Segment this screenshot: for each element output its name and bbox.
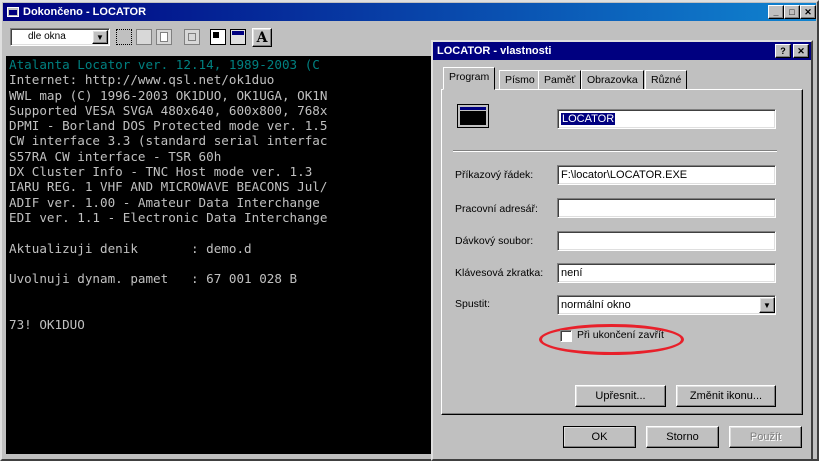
command-line-label: Příkazový řádek: <box>455 169 534 181</box>
tab-memory-label: Paměť <box>544 74 576 86</box>
console-line: Supported VESA SVGA 480x640, 600x800, 76… <box>9 102 328 118</box>
tab-program-label: Program <box>449 71 490 83</box>
background-icon[interactable] <box>230 29 246 45</box>
app-icon <box>7 7 19 17</box>
msdos-icon <box>457 104 489 134</box>
copy-icon[interactable] <box>136 29 152 45</box>
console-line: Uvolnuji dynam. pamet : 67 001 028 B <box>9 271 298 287</box>
tab-page-program <box>441 89 803 415</box>
change-icon-button[interactable]: Změnit ikonu... <box>676 385 776 407</box>
dialog-title: LOCATOR - vlastnosti <box>437 45 552 57</box>
fullscreen-icon[interactable] <box>184 29 200 45</box>
window-size-dropdown-button[interactable]: ▼ <box>92 30 108 44</box>
tab-screen-label: Obrazovka <box>587 74 638 86</box>
tab-program[interactable]: Program <box>443 67 496 90</box>
tab-screen[interactable]: Obrazovka <box>581 70 644 90</box>
working-dir-field[interactable] <box>557 198 776 218</box>
command-line-value: F:\locator\LOCATOR.EXE <box>561 169 688 181</box>
paste-icon[interactable] <box>156 29 172 45</box>
close-on-exit-label: Při ukončení zavřít <box>577 329 664 341</box>
mark-icon[interactable] <box>116 29 132 45</box>
console-line: EDI ver. 1.1 - Electronic Data Interchan… <box>9 209 328 225</box>
minimize-button[interactable]: _ <box>768 5 784 19</box>
command-line-field[interactable]: F:\locator\LOCATOR.EXE <box>557 165 776 185</box>
batch-file-field[interactable] <box>557 231 776 251</box>
run-value: normální okno <box>561 299 631 311</box>
font-button[interactable]: A <box>252 28 272 47</box>
program-name-value: LOCATOR <box>561 113 616 125</box>
shortcut-label: Klávesová zkratka: <box>455 267 544 279</box>
dialog-title-bar[interactable]: LOCATOR - vlastnosti <box>433 42 811 60</box>
program-name-field[interactable]: LOCATOR <box>557 109 776 129</box>
console-line: Atalanta Locator ver. 12.14, 1989-2003 (… <box>9 57 320 72</box>
console-line: WWL map (C) 1996-2003 OK1DUO, OK1UGA, OK… <box>9 87 328 103</box>
maximize-button[interactable]: □ <box>784 5 800 19</box>
toolbar: dle okna ▼ A <box>3 22 433 54</box>
tab-font[interactable]: Písmo <box>499 70 541 90</box>
shortcut-field[interactable]: není <box>557 263 776 283</box>
ok-button[interactable]: OK <box>563 426 636 448</box>
run-select[interactable]: normální okno <box>557 295 776 315</box>
shortcut-value: není <box>561 267 583 279</box>
advanced-button-label: Upřesnit... <box>595 390 646 402</box>
close-on-exit-checkbox[interactable] <box>560 330 572 342</box>
apply-button-label: Použít <box>749 431 782 443</box>
batch-file-label: Dávkový soubor: <box>455 235 534 247</box>
console-line: DPMI - Borland DOS Protected mode ver. 1… <box>9 118 328 134</box>
console-line: CW interface 3.3 (standard serial interf… <box>9 133 328 149</box>
console-line: 73! OK1DUO <box>9 317 85 333</box>
console-line: Internet: http://www.qsl.net/ok1duo <box>9 72 275 88</box>
dialog-help-button[interactable]: ? <box>775 44 791 58</box>
change-icon-button-label: Změnit ikonu... <box>689 390 763 402</box>
cancel-button-label: Storno <box>666 431 699 443</box>
font-button-label: A <box>256 29 268 46</box>
apply-button[interactable]: Použít <box>729 426 802 448</box>
cancel-button[interactable]: Storno <box>646 426 719 448</box>
working-dir-label: Pracovní adresář: <box>455 203 538 215</box>
tab-font-label: Písmo <box>505 74 535 86</box>
run-label: Spustit: <box>455 298 491 310</box>
advanced-button[interactable]: Upřesnit... <box>575 385 666 407</box>
tab-memory[interactable]: Paměť <box>538 70 582 90</box>
help-icon: ? <box>780 46 786 56</box>
window-size-value: dle okna <box>28 31 66 42</box>
tab-misc[interactable]: Různé <box>645 70 688 90</box>
console-output[interactable]: Atalanta Locator ver. 12.14, 1989-2003 (… <box>6 56 431 454</box>
close-button[interactable]: ✕ <box>800 5 816 19</box>
ok-button-label: OK <box>591 431 608 443</box>
console-line: Aktualizuji denik : demo.d <box>9 240 252 256</box>
chevron-down-icon: ▼ <box>763 300 771 310</box>
separator <box>453 150 777 152</box>
dialog-close-button[interactable]: ✕ <box>793 44 809 58</box>
console-line: ADIF ver. 1.00 - Amateur Data Interchang… <box>9 194 320 210</box>
tab-misc-label: Různé <box>651 74 682 86</box>
console-line: IARU REG. 1 VHF AND MICROWAVE BEACONS Ju… <box>9 179 328 195</box>
run-dropdown-button[interactable]: ▼ <box>759 297 775 313</box>
main-title: Dokončeno - LOCATOR <box>23 6 147 18</box>
console-line: DX Cluster Info - TNC Host mode ver. 1.3 <box>9 164 313 180</box>
main-title-bar[interactable]: Dokončeno - LOCATOR <box>3 3 816 21</box>
console-line: S57RA CW interface - TSR 60h <box>9 148 222 164</box>
properties-icon[interactable] <box>210 29 226 45</box>
